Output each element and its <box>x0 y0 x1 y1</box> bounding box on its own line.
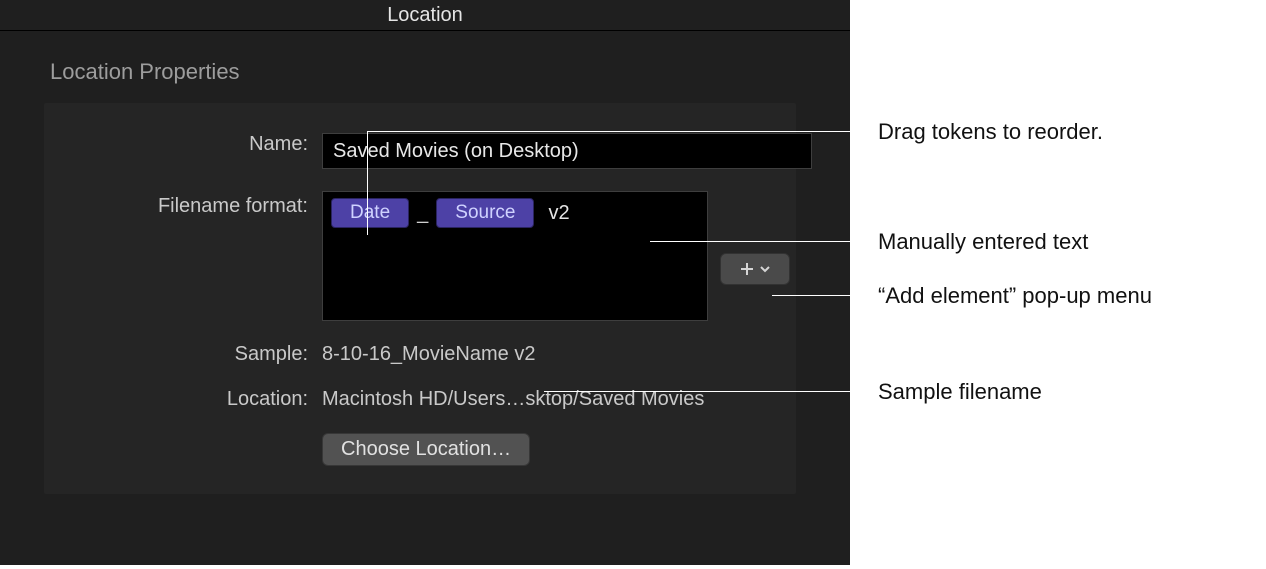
location-label: Location: <box>44 384 322 411</box>
token-separator: _ <box>413 202 432 225</box>
plus-icon <box>739 261 755 277</box>
token-source[interactable]: Source <box>436 198 534 228</box>
location-row: Location: Macintosh HD/Users…sktop/Saved… <box>44 384 796 411</box>
properties-box: Name: Filename format: Date _ Source v2 <box>44 103 796 494</box>
section-title: Location Properties <box>0 31 850 103</box>
filename-format-field[interactable]: Date _ Source v2 <box>322 191 708 321</box>
panel-title: Location <box>0 0 850 31</box>
sample-label: Sample: <box>44 339 322 366</box>
callout-line <box>772 295 850 296</box>
callout-sample: Sample filename <box>878 379 1042 405</box>
choose-row: Choose Location… <box>44 429 796 466</box>
location-panel: Location Location Properties Name: Filen… <box>0 0 850 565</box>
callout-line <box>544 391 850 392</box>
name-label: Name: <box>44 129 322 156</box>
callout-line <box>650 241 850 242</box>
format-label: Filename format: <box>44 187 322 218</box>
sample-row: Sample: 8-10-16_MovieName v2 <box>44 339 796 366</box>
manual-text[interactable]: v2 <box>538 199 569 227</box>
add-element-button[interactable] <box>720 253 790 285</box>
format-row: Filename format: Date _ Source v2 <box>44 187 796 321</box>
name-input[interactable] <box>322 133 812 169</box>
sample-value: 8-10-16_MovieName v2 <box>322 343 535 365</box>
callout-line <box>367 131 850 132</box>
callout-add-menu: “Add element” pop-up menu <box>878 283 1152 309</box>
chevron-down-icon <box>759 263 771 275</box>
callout-reorder: Drag tokens to reorder. <box>878 119 1103 145</box>
choose-location-button[interactable]: Choose Location… <box>322 433 530 466</box>
callout-manual: Manually entered text <box>878 229 1088 255</box>
name-row: Name: <box>44 129 796 169</box>
callout-line <box>367 131 368 235</box>
token-date[interactable]: Date <box>331 198 409 228</box>
